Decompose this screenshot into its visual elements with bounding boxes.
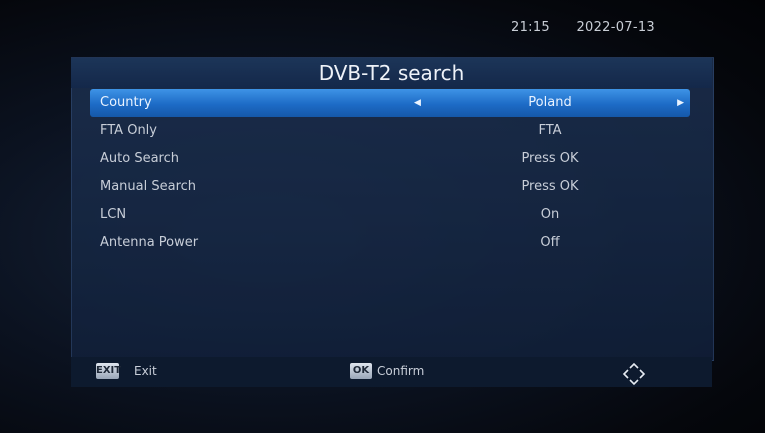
clock-time: 21:15 — [511, 20, 550, 35]
setting-row-auto-search[interactable]: Auto Search Press OK — [90, 145, 690, 173]
confirm-label: Confirm — [377, 364, 425, 378]
arrow-left-icon[interactable]: ◀ — [414, 89, 421, 117]
setting-label: Country — [100, 95, 152, 110]
setting-label: FTA Only — [100, 123, 157, 138]
setting-row-antenna-power[interactable]: Antenna Power Off — [90, 229, 690, 257]
page-title: DVB-T2 search — [71, 58, 712, 88]
setting-row-manual-search[interactable]: Manual Search Press OK — [90, 173, 690, 201]
clock-date: 2022-07-13 — [576, 20, 655, 35]
setting-row-fta-only[interactable]: FTA Only FTA — [90, 117, 690, 145]
setting-row-country[interactable]: Country ◀ Poland ▶ — [90, 89, 690, 117]
setting-label: LCN — [100, 207, 127, 222]
settings-list: Country ◀ Poland ▶ FTA Only FTA Auto Sea… — [90, 89, 690, 257]
setting-value: FTA — [538, 123, 562, 138]
setting-label: Antenna Power — [100, 235, 199, 250]
setting-label: Manual Search — [100, 179, 197, 194]
exit-key-icon[interactable]: EXIT — [96, 363, 121, 379]
setting-value: Poland — [528, 95, 572, 110]
ok-key-icon[interactable]: OK — [350, 363, 372, 379]
status-bar: 21:15 2022-07-13 — [489, 20, 655, 35]
setting-row-lcn[interactable]: LCN On — [90, 201, 690, 229]
exit-label: Exit — [134, 364, 157, 378]
setting-value: On — [540, 207, 560, 222]
navigation-dpad-icon — [622, 362, 646, 386]
setting-value: Press OK — [521, 179, 579, 194]
arrow-right-icon[interactable]: ▶ — [677, 89, 684, 117]
setting-value: Off — [540, 235, 560, 250]
setting-value: Press OK — [521, 151, 579, 166]
setting-label: Auto Search — [100, 151, 179, 166]
